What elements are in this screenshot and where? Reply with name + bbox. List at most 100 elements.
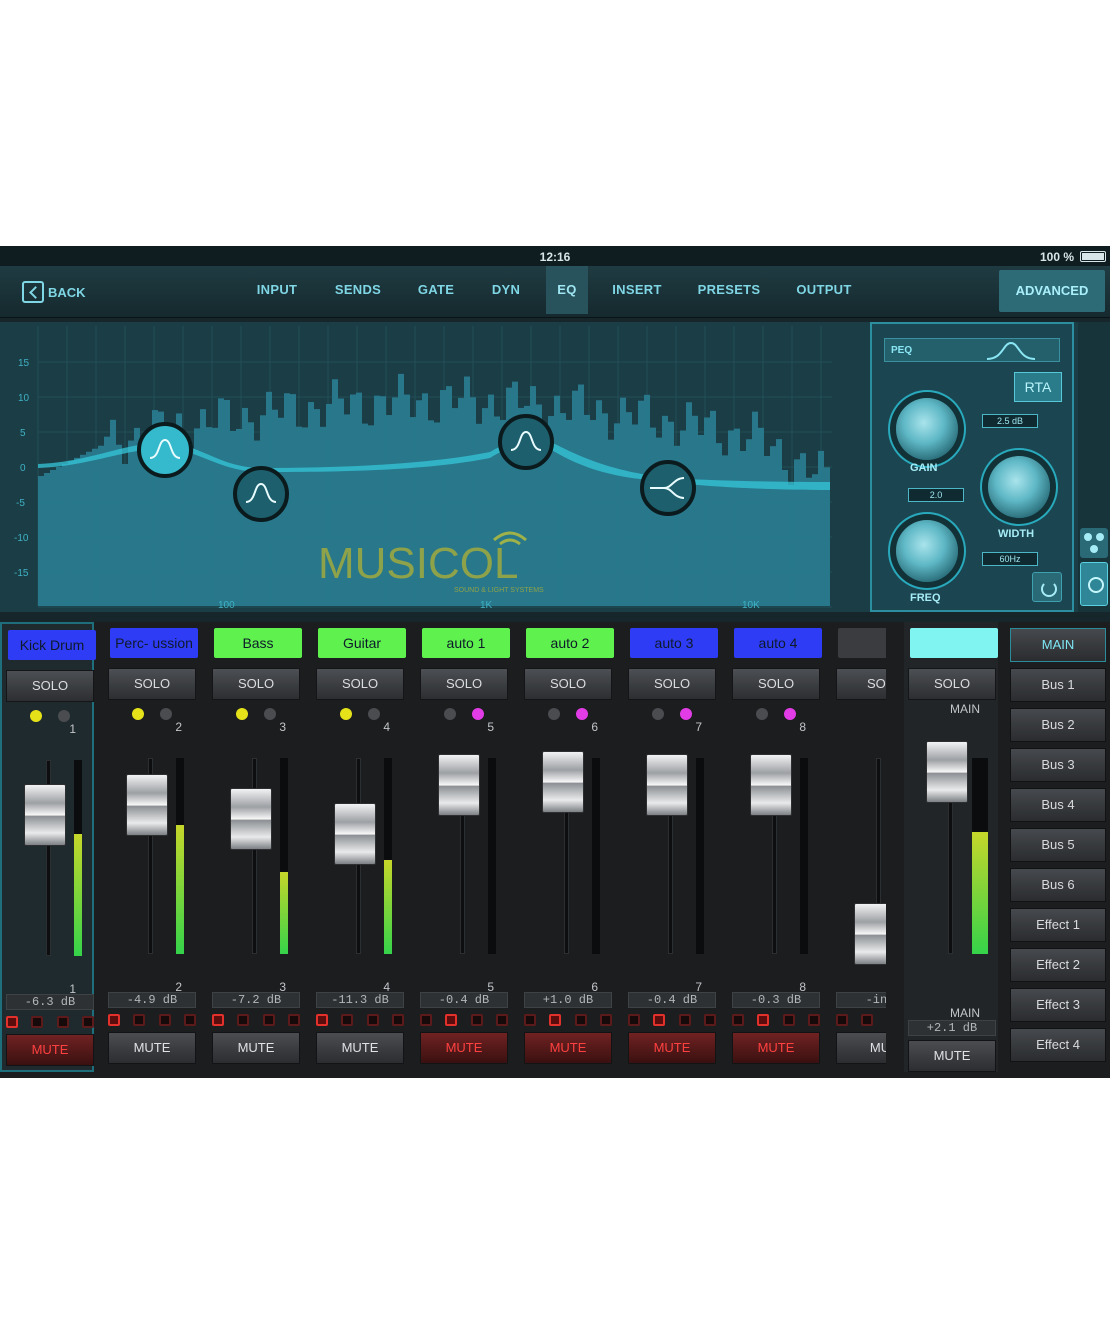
width-value[interactable]: 2.0: [908, 488, 964, 502]
channel-name[interactable]: Perc- ussion: [110, 628, 198, 658]
channel-name[interactable]: auto 4: [734, 628, 822, 658]
bus-button[interactable]: Bus 6: [1010, 868, 1106, 902]
solo-button[interactable]: SOLO: [420, 668, 508, 700]
group-pad[interactable]: [549, 1014, 562, 1026]
group-pad[interactable]: [861, 1014, 874, 1026]
knob-view-icon[interactable]: [1080, 528, 1108, 558]
group-pad[interactable]: [287, 1014, 300, 1026]
solo-button[interactable]: SOLO: [6, 670, 94, 702]
fader-handle[interactable]: [646, 754, 688, 817]
solo-button[interactable]: SOLO: [524, 668, 612, 700]
group-pad[interactable]: [495, 1014, 508, 1026]
group-pad[interactable]: [366, 1014, 379, 1026]
bus-button[interactable]: Effect 3: [1010, 988, 1106, 1022]
bus-button[interactable]: Bus 2: [1010, 708, 1106, 742]
mute-button[interactable]: MUTE: [524, 1032, 612, 1064]
group-pad[interactable]: [653, 1014, 666, 1026]
tab-insert[interactable]: INSERT: [604, 266, 670, 314]
group-pad[interactable]: [732, 1014, 744, 1026]
tab-dyn[interactable]: DYN: [482, 266, 530, 314]
group-pad[interactable]: [524, 1014, 536, 1026]
mute-button[interactable]: MUTE: [732, 1032, 820, 1064]
channel-name[interactable]: [838, 628, 886, 658]
tab-eq[interactable]: EQ: [546, 266, 588, 314]
solo-button[interactable]: SOLO: [212, 668, 300, 700]
mute-button[interactable]: MU: [836, 1032, 886, 1064]
bus-button[interactable]: Effect 2: [1010, 948, 1106, 982]
bus-button[interactable]: Bus 1: [1010, 668, 1106, 702]
fader-handle[interactable]: [438, 754, 480, 817]
width-knob[interactable]: [988, 456, 1050, 518]
reset-band-button[interactable]: [1032, 572, 1062, 602]
group-pad[interactable]: [836, 1014, 848, 1026]
mute-button[interactable]: MUTE: [108, 1032, 196, 1064]
mute-button[interactable]: MUTE: [212, 1032, 300, 1064]
group-pad[interactable]: [212, 1014, 224, 1026]
back-button[interactable]: BACK: [22, 280, 86, 304]
group-pad[interactable]: [574, 1014, 587, 1026]
gain-knob[interactable]: [896, 398, 958, 460]
channel-name[interactable]: Guitar: [318, 628, 406, 658]
tab-input[interactable]: INPUT: [248, 266, 306, 314]
bus-button[interactable]: Effect 4: [1010, 1028, 1106, 1062]
tab-sends[interactable]: SENDS: [328, 266, 388, 314]
fader-handle[interactable]: [334, 803, 376, 866]
group-pad[interactable]: [628, 1014, 640, 1026]
group-pad[interactable]: [262, 1014, 275, 1026]
group-pad[interactable]: [237, 1014, 250, 1026]
group-pad[interactable]: [703, 1014, 716, 1026]
group-pad[interactable]: [782, 1014, 795, 1026]
eq-power-button[interactable]: [1080, 562, 1108, 606]
freq-knob[interactable]: [896, 520, 958, 582]
group-pad[interactable]: [445, 1014, 458, 1026]
solo-button[interactable]: SOLO: [316, 668, 404, 700]
gain-value[interactable]: 2.5 dB: [982, 414, 1038, 428]
channel-name[interactable]: Bass: [214, 628, 302, 658]
mute-button[interactable]: MUTE: [420, 1032, 508, 1064]
channel-name[interactable]: Kick Drum: [8, 630, 96, 660]
group-pad[interactable]: [678, 1014, 691, 1026]
solo-button[interactable]: SOLO: [732, 668, 820, 700]
group-pad[interactable]: [316, 1014, 328, 1026]
fader-handle[interactable]: [24, 783, 66, 846]
fader-handle[interactable]: [230, 787, 272, 850]
channel-name[interactable]: auto 2: [526, 628, 614, 658]
bus-button[interactable]: Effect 1: [1010, 908, 1106, 942]
channel-name[interactable]: auto 1: [422, 628, 510, 658]
advanced-button[interactable]: ADVANCED: [999, 270, 1105, 312]
solo-button[interactable]: SOL: [836, 668, 886, 700]
group-pad[interactable]: [420, 1014, 432, 1026]
mute-button[interactable]: MUTE: [628, 1032, 716, 1064]
group-pad[interactable]: [158, 1014, 171, 1026]
group-pad[interactable]: [183, 1014, 196, 1026]
channel-name[interactable]: auto 3: [630, 628, 718, 658]
fader-handle[interactable]: [750, 754, 792, 817]
group-pad[interactable]: [133, 1014, 146, 1026]
group-pad[interactable]: [599, 1014, 612, 1026]
bus-button[interactable]: MAIN: [1010, 628, 1106, 662]
bus-button[interactable]: Bus 5: [1010, 828, 1106, 862]
solo-button[interactable]: SOLO: [908, 668, 996, 700]
group-pad[interactable]: [6, 1016, 18, 1028]
fader-handle[interactable]: [854, 903, 886, 966]
band-type-selector[interactable]: PEQ: [884, 338, 1060, 362]
eq-band-1-handle[interactable]: [137, 422, 193, 478]
fader-handle[interactable]: [126, 774, 168, 837]
eq-graph[interactable]: 100 1K 10K 15 10 5 0 -5 -10 -15 MUSICOL …: [0, 322, 866, 612]
bus-button[interactable]: Bus 4: [1010, 788, 1106, 822]
fader-handle[interactable]: [542, 750, 584, 813]
eq-band-3-handle[interactable]: [498, 414, 554, 470]
tab-gate[interactable]: GATE: [410, 266, 462, 314]
group-pad[interactable]: [108, 1014, 120, 1026]
group-pad[interactable]: [56, 1016, 69, 1028]
mute-button[interactable]: MUTE: [908, 1040, 996, 1072]
group-pad[interactable]: [757, 1014, 770, 1026]
group-pad[interactable]: [81, 1016, 94, 1028]
tab-output[interactable]: OUTPUT: [788, 266, 860, 314]
group-pad[interactable]: [470, 1014, 483, 1026]
tab-presets[interactable]: PRESETS: [690, 266, 768, 314]
group-pad[interactable]: [391, 1014, 404, 1026]
fader-handle[interactable]: [926, 740, 968, 803]
mute-button[interactable]: MUTE: [6, 1034, 94, 1066]
group-pad[interactable]: [31, 1016, 44, 1028]
